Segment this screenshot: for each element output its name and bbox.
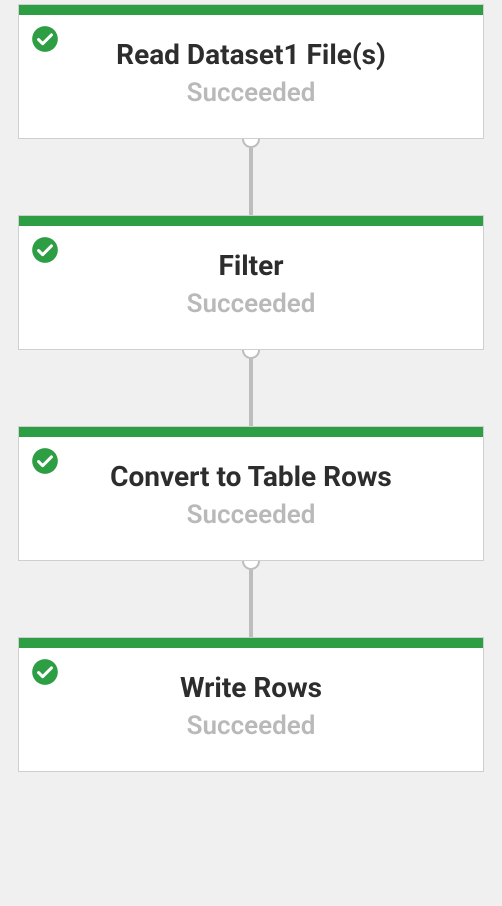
- connector-line: [249, 359, 253, 426]
- pipeline-node[interactable]: Filter Succeeded: [18, 215, 484, 350]
- node-title: Convert to Table Rows: [39, 459, 463, 494]
- node-title: Filter: [39, 248, 463, 283]
- node-body: Convert to Table Rows Succeeded: [19, 437, 483, 560]
- check-circle-icon: [31, 25, 59, 53]
- pipeline-node[interactable]: Read Dataset1 File(s) Succeeded: [18, 4, 484, 139]
- node-status: Succeeded: [39, 78, 463, 108]
- check-circle-icon: [31, 236, 59, 264]
- connector: [242, 350, 260, 426]
- pipeline-node[interactable]: Write Rows Succeeded: [18, 637, 484, 772]
- connector-line: [249, 570, 253, 637]
- node-status: Succeeded: [39, 289, 463, 319]
- output-port: [242, 349, 260, 359]
- node-body: Read Dataset1 File(s) Succeeded: [19, 15, 483, 138]
- check-circle-icon: [31, 658, 59, 686]
- pipeline-node[interactable]: Convert to Table Rows Succeeded: [18, 426, 484, 561]
- output-port: [242, 560, 260, 570]
- node-status: Succeeded: [39, 711, 463, 741]
- output-port: [242, 138, 260, 148]
- node-status-bar: [19, 427, 483, 437]
- connector: [242, 561, 260, 637]
- node-title: Write Rows: [39, 670, 463, 705]
- node-body: Filter Succeeded: [19, 226, 483, 349]
- check-circle-icon: [31, 447, 59, 475]
- node-status-bar: [19, 5, 483, 15]
- connector: [242, 139, 260, 215]
- node-body: Write Rows Succeeded: [19, 648, 483, 771]
- node-status-bar: [19, 638, 483, 648]
- node-status: Succeeded: [39, 500, 463, 530]
- connector-line: [249, 148, 253, 215]
- pipeline-diagram: Read Dataset1 File(s) Succeeded Filter S…: [0, 4, 502, 772]
- node-status-bar: [19, 216, 483, 226]
- node-title: Read Dataset1 File(s): [39, 37, 463, 72]
